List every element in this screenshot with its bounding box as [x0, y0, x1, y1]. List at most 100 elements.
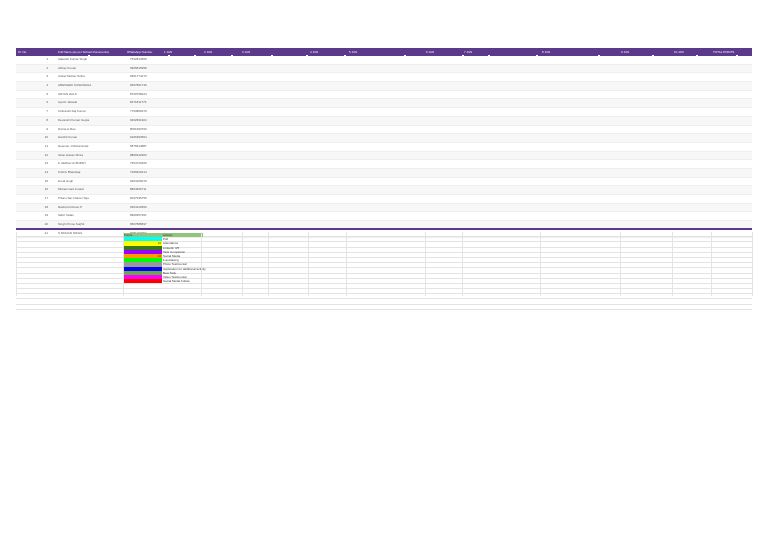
whatsapp-number[interactable]: 9905815958	[130, 65, 147, 73]
student-name[interactable]: Pritam Sai Charan Teja	[58, 195, 89, 203]
table-row: 19 Sahil Yadav 8969357361	[16, 212, 752, 222]
whatsapp-number[interactable]: 8051690760	[130, 126, 147, 134]
row-number[interactable]: 10	[36, 134, 48, 142]
whatsapp-number[interactable]: 7306620414	[130, 169, 147, 177]
whatsapp-number[interactable]: 8709758424	[130, 91, 147, 99]
table-row: 18 Rasha Krishnan P 9364129950	[16, 203, 752, 213]
whatsapp-number[interactable]: 9364129950	[130, 204, 147, 212]
student-name[interactable]: Harshit Kumar	[58, 134, 77, 142]
student-name[interactable]: K Vaibhav Ai BUDDY	[58, 160, 86, 168]
legend-color-swatch[interactable]	[123, 279, 151, 284]
row-number[interactable]: 13	[36, 160, 48, 168]
whatsapp-number[interactable]: 7632814506	[130, 56, 147, 64]
student-name[interactable]: ARYAN HALS	[58, 91, 77, 99]
table-row: 8 Devanshi Kumar Gupta 9262691904	[16, 116, 752, 126]
row-number[interactable]: 6	[36, 99, 48, 107]
row-number[interactable]: 4	[36, 82, 48, 90]
row-number[interactable]: 3	[36, 73, 48, 81]
empty-row[interactable]	[16, 305, 752, 310]
student-name[interactable]: Krishiv Bhardwaj	[58, 169, 80, 177]
column-gridline	[201, 232, 202, 296]
column-gridline	[308, 232, 309, 296]
whatsapp-number[interactable]: 6206393504	[130, 134, 147, 142]
row-number[interactable]: 19	[36, 212, 48, 220]
header-date-6[interactable]: 6 JAN	[426, 48, 434, 56]
header-name[interactable]: Full Name (as per School Documents)	[58, 48, 109, 56]
row-number[interactable]: 16	[36, 186, 48, 194]
row-number[interactable]: 9	[36, 126, 48, 134]
whatsapp-number[interactable]: 8969357361	[130, 212, 147, 220]
column-gridline	[540, 232, 541, 296]
whatsapp-number[interactable]: 6875914887	[130, 143, 147, 151]
row-number[interactable]: 11	[36, 143, 48, 151]
column-gridline	[711, 232, 712, 296]
student-name[interactable]: Aakarsh Kumar Singh	[58, 56, 87, 64]
header-date-5[interactable]: 5 JAN	[349, 48, 357, 56]
student-name[interactable]: Aniket Mohan Sinha	[58, 73, 85, 81]
table-row: 6 Ayush Jaiswal 8271811776	[16, 99, 752, 109]
header-date-8[interactable]: 8 JAN	[542, 48, 550, 56]
whatsapp-number[interactable]: 8804690711	[130, 186, 146, 194]
row-number[interactable]: 2	[36, 65, 48, 73]
column-gridline	[346, 232, 347, 296]
column-gridline	[268, 232, 269, 296]
header-date-10[interactable]: 10 JAN	[674, 48, 684, 56]
points-legend: Points Activity Poll 10 Attendance Linkedin…	[123, 233, 206, 284]
header-row: Sl. No. Full Name (as per School Documen…	[16, 48, 752, 56]
row-number[interactable]: 5	[36, 91, 48, 99]
row-number[interactable]: 14	[36, 169, 48, 177]
whatsapp-number[interactable]: 9301774273	[130, 73, 147, 81]
student-name[interactable]: Divina H Rao	[58, 126, 76, 134]
row-number[interactable]: 8	[36, 117, 48, 125]
student-name[interactable]: Devanshi Kumar Gupta	[58, 117, 89, 125]
column-gridline	[752, 232, 753, 296]
student-name[interactable]: Heeman J Mohammad	[58, 143, 88, 151]
column-gridline	[425, 232, 426, 296]
table-row: 7 Chitransh Raj Kumar 7763806379	[16, 108, 752, 117]
whatsapp-number[interactable]: 9047935755	[130, 195, 147, 203]
attendance-sheet: Sl. No. Full Name (as per School Documen…	[16, 48, 752, 239]
student-name[interactable]: ABHISHEK KUSHWAHA	[58, 82, 91, 90]
row-number[interactable]: 1	[36, 56, 48, 64]
student-name[interactable]: Abhay Kumar	[58, 65, 76, 73]
student-name[interactable]: Mohammad Junaid	[58, 186, 84, 194]
row-number[interactable]: 18	[36, 204, 48, 212]
whatsapp-number[interactable]: 7364720460	[130, 160, 147, 168]
student-name[interactable]: Ayush Jaiswal	[58, 99, 77, 107]
column-gridline	[16, 232, 17, 296]
whatsapp-number[interactable]: 9507801746	[130, 82, 147, 90]
student-name[interactable]: kunal singh	[58, 178, 73, 186]
header-date-2[interactable]: 2 JAN	[204, 48, 212, 56]
header-date-7[interactable]: 7 JAN	[464, 48, 472, 56]
row-number[interactable]: 15	[36, 178, 48, 186]
whatsapp-number[interactable]: 8271811776	[130, 99, 146, 107]
student-name[interactable]: Ishan Hasan Mirza	[58, 152, 83, 160]
student-name[interactable]: Rasha Krishnan P	[58, 204, 82, 212]
table-row: 16 Mohammad Junaid 8804690711	[16, 186, 752, 195]
header-date-4[interactable]: 4 JAN	[310, 48, 318, 56]
row-number[interactable]: 12	[36, 152, 48, 160]
row-number[interactable]: 17	[36, 195, 48, 203]
header-date-3[interactable]: 3 JAN	[242, 48, 250, 56]
header-total[interactable]: TOTAL POINTS	[713, 48, 734, 56]
whatsapp-number[interactable]: 8809342903	[130, 152, 147, 160]
student-name[interactable]: Sahil Yadav	[58, 212, 74, 220]
table-row: 17 Pritam Sai Charan Teja 9047935755	[16, 195, 752, 204]
table-row: 11 Heeman J Mohammad 6875914887	[16, 143, 752, 152]
column-gridline	[672, 232, 673, 296]
table-row: 3 Aniket Mohan Sinha 9301774273	[16, 73, 752, 83]
legend-points[interactable]	[151, 279, 162, 284]
whatsapp-number[interactable]: 9262691904	[130, 117, 147, 125]
header-sno[interactable]: Sl. No.	[18, 48, 27, 56]
column-gridline	[462, 232, 463, 296]
header-whatsapp[interactable]: WhatsApp Number	[127, 48, 152, 56]
whatsapp-number[interactable]: 9264166079	[130, 178, 147, 186]
student-rows: 1 Aakarsh Kumar Singh 7632814506 2 Abhay Kum…	[16, 56, 752, 239]
student-name[interactable]: Chitransh Raj Kumar	[58, 108, 86, 116]
row-number[interactable]: 7	[36, 108, 48, 116]
table-row: 2 Abhay Kumar 9905815958	[16, 64, 752, 74]
table-row: 10 Harshit Kumar 6206393504	[16, 134, 752, 143]
header-date-9[interactable]: 9 JAN	[621, 48, 629, 56]
legend-activity[interactable]: Social Media Follow	[162, 279, 203, 283]
whatsapp-number[interactable]: 7763806379	[130, 108, 147, 116]
